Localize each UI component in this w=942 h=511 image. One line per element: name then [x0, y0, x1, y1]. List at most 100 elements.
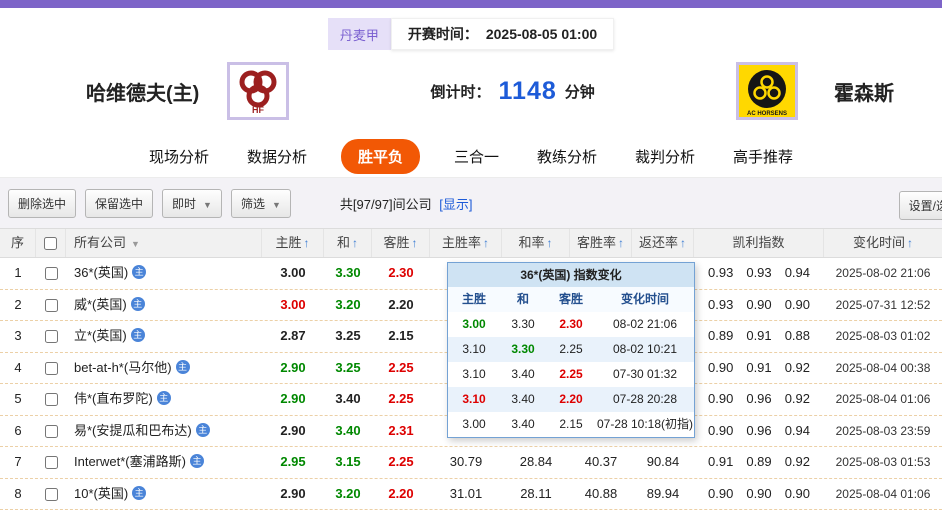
company-name[interactable]: 易*(安提瓜和巴布达) 主 [66, 416, 262, 447]
tab-6[interactable]: 裁判分析 [631, 140, 699, 173]
popup-cell: 2.20 [559, 392, 583, 406]
home-badge: 主 [195, 422, 210, 437]
tab-5[interactable]: 教练分析 [533, 140, 601, 173]
home-badge: 主 [130, 328, 145, 342]
header-company[interactable]: 所有公司 ▼ [66, 229, 262, 257]
row-checkbox[interactable] [44, 393, 58, 407]
header-away-odds[interactable]: 客胜 ↑ [372, 229, 430, 257]
sort-up-icon: ↑ [352, 236, 358, 250]
odds-draw: 3.15 [335, 454, 361, 469]
row-checkbox-cell [36, 416, 66, 447]
row-checkbox[interactable] [44, 361, 58, 375]
row-checkbox[interactable] [44, 298, 58, 312]
countdown-value: 1148 [498, 76, 557, 105]
popup-cell: 2.30 [559, 317, 583, 331]
company-name[interactable]: 10*(英国) 主 [66, 479, 262, 510]
popup-cell: 3.30 [511, 317, 535, 331]
filter-dropdown[interactable]: 筛选 ▼ [230, 188, 291, 218]
kelly-value: 0.96 [746, 391, 772, 407]
company-name[interactable]: 立*(英国) 主 [66, 321, 262, 352]
odds-draw: 3.25 [335, 359, 361, 375]
header-home-odds[interactable]: 主胜 ↑ [262, 229, 324, 257]
instant-dropdown[interactable]: 即时 ▼ [162, 188, 222, 218]
kelly-value: 0.92 [784, 359, 810, 375]
row-checkbox[interactable] [44, 456, 58, 470]
kelly-value: 0.91 [746, 328, 772, 344]
kelly-value: 0.92 [784, 454, 810, 470]
odds-draw: 3.40 [335, 391, 361, 406]
row-index: 4 [14, 359, 22, 375]
header-change-time[interactable]: 变化时间 ↑ [824, 229, 942, 257]
row-index: 2 [14, 296, 22, 312]
header-change-time-label: 变化时间 [852, 235, 905, 250]
away-crest-icon: AC HORSENS [739, 65, 795, 117]
kelly-value: 0.90 [784, 296, 810, 312]
home-badge: 主 [175, 359, 190, 374]
header-draw-rate[interactable]: 和率 ↑ [502, 229, 570, 257]
popup-row: 3.10 3.30 2.25 08-02 10:21 [448, 337, 694, 362]
company-name[interactable]: bet-at-h*(马尔他) 主 [66, 353, 262, 384]
odds-home: 3.00 [280, 265, 306, 280]
kelly-values: 0.90 0.90 0.90 [694, 479, 824, 510]
select-all-checkbox[interactable] [44, 237, 57, 251]
tab-3[interactable]: 胜平负 [340, 138, 420, 174]
kelly-values: 0.93 0.93 0.94 [694, 258, 824, 289]
header-draw-odds[interactable]: 和 ↑ [324, 229, 372, 257]
tab-1[interactable]: 现场分析 [145, 140, 213, 173]
row-checkbox[interactable] [44, 267, 58, 281]
header-away-rate[interactable]: 客胜率 ↑ [570, 229, 632, 257]
home-badge: 主 [130, 296, 145, 311]
change-time: 2025-08-03 01:02 [835, 329, 931, 343]
row-checkbox[interactable] [44, 487, 58, 501]
rate-2: 28.84 [519, 454, 553, 469]
away-team-logo: AC HORSENS [736, 62, 798, 120]
table-header-row: 序 所有公司 ▼ 主胜 ↑ 和 ↑ 客胜 ↑ 主胜率 ↑ 和率 ↑ 客胜率 ↑ 返还率 ↑ 凯利… [0, 228, 942, 258]
company-name[interactable]: 威*(英国) 主 [66, 290, 262, 321]
home-team-logo: HF [227, 62, 290, 120]
table-row[interactable]: 7 Interwet*(塞浦路斯) 主 2.95 3.15 2.25 30.79 28.84 4… [0, 447, 942, 479]
home-badge: 主 [189, 454, 204, 468]
instant-dropdown-label: 即时 [172, 196, 197, 211]
header-return-rate[interactable]: 返还率 ↑ [632, 229, 694, 257]
popup-cell: 3.40 [511, 392, 535, 406]
header-draw-rate-label: 和率 [518, 235, 545, 250]
kelly-values: 0.90 0.91 0.92 [694, 353, 824, 384]
odds-away: 2.15 [388, 328, 414, 343]
row-index: 7 [14, 454, 22, 469]
row-index: 5 [14, 391, 22, 406]
popup-col-header: 和 [516, 292, 529, 306]
tab-4[interactable]: 三合一 [450, 140, 503, 173]
settings-button[interactable]: 设置/选 [898, 191, 942, 220]
filter-icon[interactable]: ▼ [131, 239, 140, 249]
show-link[interactable]: [显示] [439, 197, 472, 212]
company-name[interactable]: Interwet*(塞浦路斯) 主 [66, 447, 262, 478]
tab-7[interactable]: 高手推荐 [729, 140, 797, 173]
kelly-value: 0.93 [708, 265, 734, 281]
popup-cell: 2.25 [559, 342, 583, 356]
odds-draw: 3.25 [335, 328, 361, 343]
odds-home: 2.90 [280, 422, 306, 438]
sort-up-icon: ↑ [483, 236, 489, 250]
change-time: 2025-08-04 00:38 [835, 360, 931, 375]
kelly-value: 0.96 [746, 422, 772, 438]
kelly-value: 0.90 [708, 359, 734, 375]
row-checkbox[interactable] [44, 330, 58, 344]
tab-2[interactable]: 数据分析 [243, 140, 311, 173]
rate-3: 40.88 [584, 485, 618, 501]
delete-selected-button[interactable]: 删除选中 [8, 188, 77, 218]
header-home-rate[interactable]: 主胜率 ↑ [430, 229, 502, 257]
odds-away: 2.25 [388, 359, 414, 375]
table-row[interactable]: 8 10*(英国) 主 2.90 3.20 2.20 31.01 28.11 40.88 89.9… [0, 478, 942, 510]
header-away-label: 客胜 [383, 235, 410, 250]
keep-selected-button[interactable]: 保留选中 [85, 188, 154, 218]
popup-cell: 3.30 [511, 342, 535, 356]
row-checkbox[interactable] [44, 424, 58, 438]
league-badge[interactable]: 丹麦甲 [327, 18, 391, 50]
company-name[interactable]: 36*(英国) 主 [66, 258, 262, 289]
svg-text:AC HORSENS: AC HORSENS [747, 111, 787, 117]
kelly-value: 0.90 [784, 485, 810, 501]
sort-up-icon: ↑ [546, 236, 553, 250]
company-name[interactable]: 伟*(直布罗陀) 主 [66, 384, 262, 415]
company-count: 共[97/97]间公司 [显示] [340, 194, 473, 213]
change-time: 2025-08-03 23:59 [835, 423, 931, 438]
